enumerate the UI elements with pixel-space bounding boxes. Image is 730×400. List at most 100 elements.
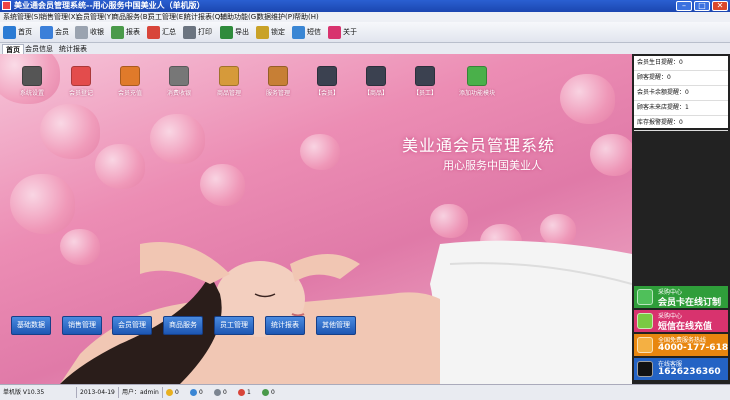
menu-sales[interactable]: 销售管理(X) <box>40 12 78 22</box>
home-panel: 系统设置 会员登记 会员充值 消费收银 商品管理 服务管理 【会员】 【商品】 … <box>0 54 632 384</box>
desktop-staff-report[interactable]: 【员工】 <box>403 66 447 97</box>
status-date: 2013-04-19 <box>80 389 115 396</box>
desktop-goods[interactable]: 商品管理 <box>207 66 251 97</box>
module-basic-data-button[interactable]: 基础数据 <box>11 316 51 335</box>
desktop-member-recharge[interactable]: 会员充值 <box>108 66 152 97</box>
desktop-goods-report[interactable]: 【商品】 <box>354 66 398 97</box>
calculator-icon <box>75 25 88 39</box>
ad-sms-recharge[interactable]: 采购中心 短信在线充值 <box>634 310 728 332</box>
menu-staff[interactable]: 员工管理(E) <box>148 12 186 22</box>
toolbar-lock-button[interactable]: 锁定 <box>256 24 285 40</box>
rose-petal <box>200 164 245 206</box>
ad-card-order[interactable]: 采购中心 会员卡在线订制 <box>634 286 728 308</box>
window-title: 美业通会员管理系统--用心服务中国美业人（单机版） <box>14 1 205 10</box>
member-report-icon <box>317 66 337 86</box>
toolbar-member-button[interactable]: 会员 <box>40 24 69 40</box>
app-icon <box>2 1 11 10</box>
person-icon <box>214 389 221 396</box>
tab-statistics[interactable]: 统计报表 <box>56 44 90 54</box>
title-bar: 美业通会员管理系统--用心服务中国美业人（单机版） – □ ✕ <box>0 0 730 12</box>
rose-petal <box>40 104 100 159</box>
desktop-cashier[interactable]: 消费收银 <box>157 66 201 97</box>
desktop-member-register[interactable]: 会员登记 <box>59 66 103 97</box>
staff-report-icon <box>415 66 435 86</box>
toolbar-print-button[interactable]: 打印 <box>183 24 212 40</box>
goods-icon <box>219 66 239 86</box>
star-icon <box>166 389 173 396</box>
status-divider <box>162 387 163 398</box>
minimize-button[interactable]: – <box>676 1 692 11</box>
toolbar-summary-button[interactable]: 汇总 <box>147 24 176 40</box>
menu-goods[interactable]: 商品服务(B) <box>112 12 150 22</box>
banner-subtitle: 用心服务中国美业人 <box>443 159 542 172</box>
ad-online-service[interactable]: 在线客服 1626236360 <box>634 358 728 380</box>
toolbar-export-button[interactable]: 导出 <box>220 24 249 40</box>
rose-petal <box>300 134 340 170</box>
ad-hotline[interactable]: 全国免费服务热线 4000-177-618 <box>634 334 728 356</box>
desktop-member-report[interactable]: 【会员】 <box>305 66 349 97</box>
hotline-icon <box>637 337 653 353</box>
menu-member[interactable]: 会员管理(Y) <box>76 12 114 22</box>
card-order-icon <box>637 289 653 305</box>
status-count-notices: 1 <box>238 388 251 397</box>
rose-petal <box>560 74 615 124</box>
reminder-card-balance[interactable]: 会员卡余额提醒：0 <box>634 86 728 101</box>
printer-icon <box>183 25 196 39</box>
rose-petal <box>150 114 205 164</box>
status-count-staff: 0 <box>214 388 227 397</box>
settings-icon <box>22 66 42 86</box>
status-count-star: 0 <box>166 388 179 397</box>
sms-icon <box>292 25 305 39</box>
cashier-icon <box>169 66 189 86</box>
bell-icon <box>238 389 245 396</box>
member-card-icon <box>40 25 53 39</box>
service-icon <box>268 66 288 86</box>
menu-data[interactable]: 数据维护(P) <box>257 12 295 22</box>
menu-help[interactable]: 帮助(H) <box>294 12 319 22</box>
close-button[interactable]: ✕ <box>712 1 728 11</box>
reminder-not-visited[interactable]: 顾客未来店提醒：1 <box>634 101 728 116</box>
status-divider <box>76 387 77 398</box>
people-icon <box>190 389 197 396</box>
reminder-customer[interactable]: 顾客提醒：0 <box>634 71 728 86</box>
add-module-icon <box>467 66 487 86</box>
rose-petal <box>590 134 632 176</box>
menu-assist[interactable]: 辅助功能(G) <box>220 12 259 22</box>
status-user: 用户：admin <box>122 389 159 396</box>
toolbar-cashier-button[interactable]: 收银 <box>75 24 104 40</box>
toolbar-sms-button[interactable]: 短信 <box>292 24 321 40</box>
side-panel: 会员生日提醒：0 顾客提醒：0 会员卡余额提醒：0 顾客未来店提醒：1 库存报警… <box>632 54 730 384</box>
module-goods-service-button[interactable]: 商品服务 <box>163 316 203 335</box>
excel-icon <box>220 25 233 39</box>
module-staff-button[interactable]: 员工管理 <box>214 316 254 335</box>
sms-recharge-icon <box>637 313 653 329</box>
banner-title: 美业通会员管理系统 <box>402 136 556 155</box>
spreadsheet-icon <box>111 25 124 39</box>
menu-system[interactable]: 系统管理(S) <box>3 12 41 22</box>
toolbar-home-button[interactable]: 首页 <box>3 24 32 40</box>
toolbar-about-button[interactable]: 关于 <box>328 24 357 40</box>
about-icon <box>328 25 341 39</box>
desktop-add-module[interactable]: 添加功能模块 <box>452 66 502 97</box>
register-icon <box>71 66 91 86</box>
menu-reports[interactable]: 统计报表(Q) <box>184 12 223 22</box>
lock-icon <box>256 25 269 39</box>
qq-icon <box>637 361 653 377</box>
goods-report-icon <box>366 66 386 86</box>
message-icon <box>262 389 269 396</box>
status-divider <box>118 387 119 398</box>
reminder-stock-alarm[interactable]: 库存报警提醒：0 <box>634 116 728 131</box>
desktop-service[interactable]: 服务管理 <box>256 66 300 97</box>
reminder-birthday[interactable]: 会员生日提醒：0 <box>634 56 728 71</box>
toolbar-report-button[interactable]: 报表 <box>111 24 140 40</box>
tab-member-info[interactable]: 会员信息 <box>22 44 56 54</box>
status-count-messages: 0 <box>262 388 275 397</box>
status-count-members: 0 <box>190 388 203 397</box>
module-other-button[interactable]: 其他管理 <box>316 316 356 335</box>
spa-woman-illustration <box>60 240 632 384</box>
module-reports-button[interactable]: 统计报表 <box>265 316 305 335</box>
module-member-button[interactable]: 会员管理 <box>112 316 152 335</box>
maximize-button[interactable]: □ <box>694 1 710 11</box>
module-sales-button[interactable]: 销售管理 <box>62 316 102 335</box>
desktop-system-settings[interactable]: 系统设置 <box>10 66 54 97</box>
